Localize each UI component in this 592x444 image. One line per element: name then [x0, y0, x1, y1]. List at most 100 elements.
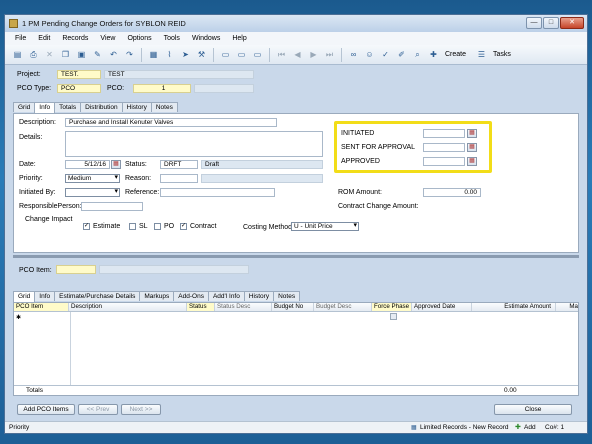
pco-item-field[interactable] — [56, 265, 96, 274]
tab-addl-info[interactable]: Add'l Info — [207, 291, 245, 301]
undo-icon[interactable]: ↶ — [107, 48, 120, 61]
last-record-icon[interactable]: ⏭ — [323, 48, 336, 61]
col-estimate-amount[interactable]: Estimate Amount — [472, 303, 556, 311]
menu-view[interactable]: View — [100, 35, 115, 42]
force-phase-checkbox[interactable] — [390, 313, 397, 320]
next-button[interactable]: Next >> — [121, 404, 161, 415]
tools-icon[interactable]: ⚒ — [195, 48, 208, 61]
splitter[interactable] — [13, 255, 579, 258]
menu-options[interactable]: Options — [127, 35, 151, 42]
initiated-by-dropdown[interactable] — [65, 188, 120, 197]
menu-tools[interactable]: Tools — [164, 35, 180, 42]
close-window-button[interactable]: ✕ — [560, 17, 584, 29]
tasks-menu[interactable]: Tasks — [493, 51, 511, 58]
tab-item-history[interactable]: History — [243, 291, 275, 301]
print-icon[interactable]: ⎙ — [27, 48, 40, 61]
col-pco-item[interactable]: PCO Item — [14, 303, 69, 311]
col-force-phase[interactable]: Force Phase — [372, 303, 412, 311]
create-icon[interactable]: ✚ — [427, 48, 440, 61]
project-code-field[interactable]: TEST. — [57, 70, 101, 79]
costing-method-dropdown[interactable]: U - Unit Price — [291, 222, 359, 231]
report-icon[interactable]: ✓ — [379, 48, 392, 61]
rom-amount-label: ROM Amount: — [338, 189, 382, 196]
form-view-icon[interactable]: ▭ — [235, 48, 248, 61]
col-status-desc[interactable]: Status Desc — [215, 303, 272, 311]
next-record-icon[interactable]: ▶ — [307, 48, 320, 61]
calendar-icon[interactable]: ▦ — [111, 160, 121, 169]
priority-dropdown[interactable]: Medium — [65, 174, 120, 183]
menu-records[interactable]: Records — [62, 35, 88, 42]
pen-icon[interactable]: ✐ — [395, 48, 408, 61]
close-button[interactable]: Close — [494, 404, 572, 415]
maximize-button[interactable]: □ — [543, 17, 559, 29]
po-checkbox[interactable] — [154, 223, 161, 230]
status-bar: Priority ▦ Limited Records - New Record … — [5, 421, 587, 433]
grid-view-icon[interactable]: ▭ — [219, 48, 232, 61]
save-icon[interactable]: ▣ — [75, 48, 88, 61]
initiated-by-label: Initiated By: — [19, 189, 56, 196]
tab-notes[interactable]: Notes — [150, 102, 178, 112]
pco-number-field[interactable]: 1 — [133, 84, 191, 93]
col-status[interactable]: Status — [187, 303, 215, 311]
tab-item-notes[interactable]: Notes — [273, 291, 301, 301]
new-icon[interactable]: ▤ — [11, 48, 24, 61]
reason-desc-field — [201, 174, 323, 183]
tab-grid[interactable]: Grid — [13, 102, 36, 112]
contract-checkbox[interactable]: ✓ — [180, 223, 187, 230]
reason-label: Reason: — [125, 175, 152, 182]
records-icon: ▦ — [411, 425, 417, 431]
title-bar: 1 PM Pending Change Orders for SYBLON RE… — [5, 15, 587, 32]
pco-type-field[interactable]: PCO — [57, 84, 101, 93]
details-field[interactable] — [65, 131, 323, 157]
tab-item-info[interactable]: Info — [34, 291, 56, 301]
col-budget-desc[interactable]: Budget Desc — [314, 303, 372, 311]
estimate-checkbox[interactable]: ✓ — [83, 223, 90, 230]
tab-markups[interactable]: Markups — [139, 291, 175, 301]
tab-totals[interactable]: Totals — [54, 102, 82, 112]
copy-icon[interactable]: ❐ — [59, 48, 72, 61]
col-ma[interactable]: Ma — [556, 303, 578, 311]
send-icon[interactable]: ➤ — [179, 48, 192, 61]
prev-record-icon[interactable]: ◀ — [291, 48, 304, 61]
calc-icon[interactable]: ▦ — [147, 48, 160, 61]
col-description[interactable]: Description — [69, 303, 187, 311]
tab-item-grid[interactable]: Grid — [13, 291, 36, 302]
add-pco-items-button[interactable]: Add PCO Items — [17, 404, 75, 415]
users-icon[interactable]: ☺ — [363, 48, 376, 61]
first-record-icon[interactable]: ⏮ — [275, 48, 288, 61]
responsible-person-field[interactable] — [81, 202, 143, 211]
tab-history[interactable]: History — [121, 102, 152, 112]
date-field[interactable]: 5/12/16 — [65, 160, 110, 169]
create-menu[interactable]: Create — [445, 51, 466, 58]
col-budget-no[interactable]: Budget No — [272, 303, 314, 311]
rom-amount-field[interactable]: 0.00 — [423, 188, 481, 197]
change-impact-label: Change Impact — [25, 216, 73, 223]
tab-add-ons[interactable]: Add-Ons — [173, 291, 209, 301]
tab-info[interactable]: Info — [34, 102, 56, 113]
reason-field[interactable] — [160, 174, 198, 183]
minimize-button[interactable]: — — [526, 17, 542, 29]
tab-distribution[interactable]: Distribution — [80, 102, 123, 112]
menu-help[interactable]: Help — [232, 35, 246, 42]
status-code-field[interactable]: DRFT — [160, 160, 198, 169]
menu-edit[interactable]: Edit — [38, 35, 50, 42]
menu-windows[interactable]: Windows — [192, 35, 220, 42]
tab-estimate-purchase[interactable]: Estimate/Purchase Details — [54, 291, 141, 301]
approval-dates-highlight — [334, 121, 492, 173]
pco-item-label: PCO Item: — [19, 267, 52, 274]
menu-file[interactable]: File — [15, 35, 26, 42]
sl-checkbox[interactable] — [129, 223, 136, 230]
col-approved-date[interactable]: Approved Date — [412, 303, 472, 311]
reference-field[interactable] — [160, 188, 275, 197]
redo-icon[interactable]: ↷ — [123, 48, 136, 61]
prev-button[interactable]: << Prev — [78, 404, 118, 415]
split-view-icon[interactable]: ▭ — [251, 48, 264, 61]
attach-icon[interactable]: ⌇ — [163, 48, 176, 61]
description-field[interactable]: Purchase and Install Kenuter Valves — [65, 118, 277, 127]
edit-icon[interactable]: ✎ — [91, 48, 104, 61]
link-icon[interactable]: ∞ — [347, 48, 360, 61]
records-status: Limited Records - New Record — [420, 424, 509, 431]
search-icon[interactable]: ⌕ — [411, 48, 424, 61]
tasks-icon[interactable]: ☰ — [475, 48, 488, 61]
delete-icon[interactable]: ✕ — [43, 48, 56, 61]
